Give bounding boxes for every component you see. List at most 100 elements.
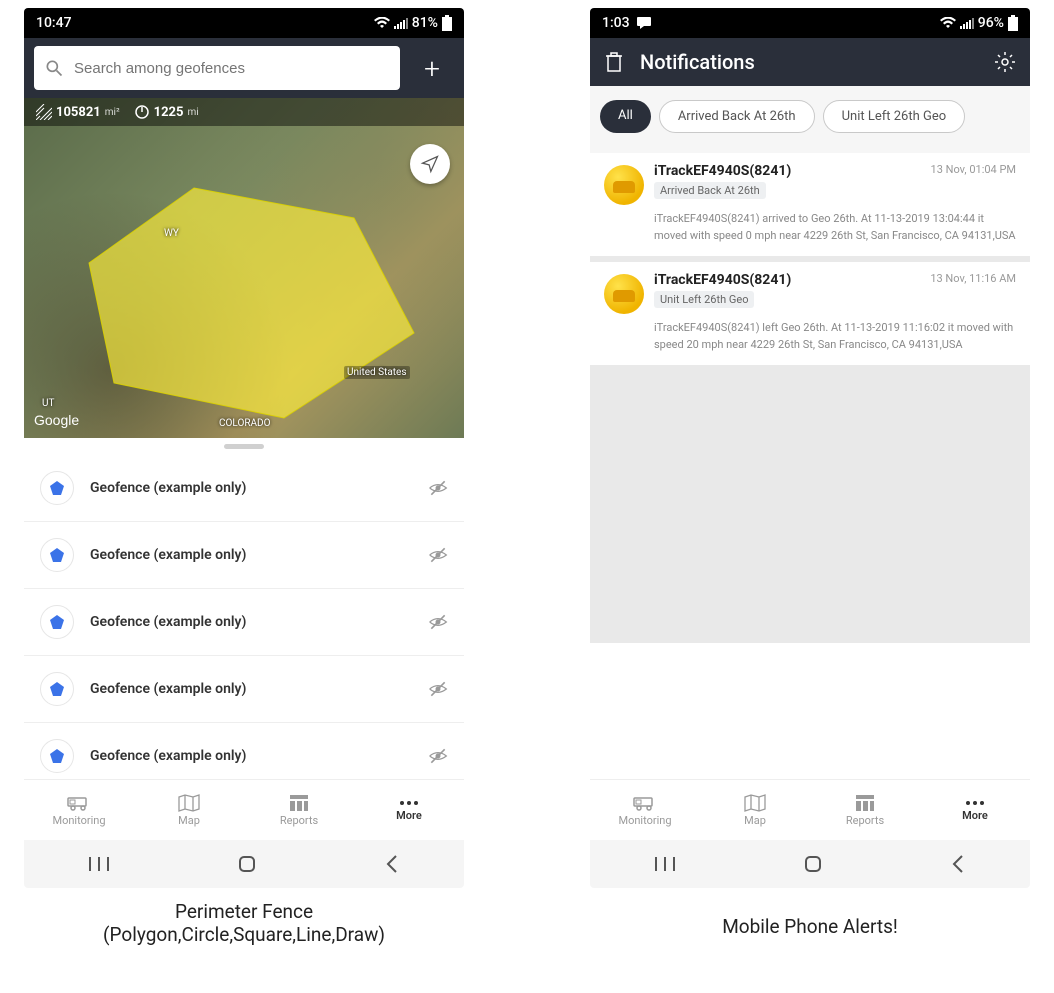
- polygon-icon: [40, 672, 74, 706]
- android-nav: [24, 840, 464, 888]
- eye-off-icon: [428, 612, 448, 632]
- visibility-toggle[interactable]: [428, 478, 448, 498]
- status-battery: 81%: [412, 15, 438, 31]
- tab-map[interactable]: Map: [134, 780, 244, 840]
- visibility-toggle[interactable]: [428, 545, 448, 565]
- add-geofence-button[interactable]: +: [410, 46, 454, 90]
- page-title: Notifications: [640, 50, 978, 74]
- android-recents[interactable]: [654, 855, 676, 873]
- status-time: 1:03: [602, 15, 630, 31]
- geofence-name: Geofence (example only): [90, 681, 412, 697]
- geofence-polygon[interactable]: [24, 98, 464, 438]
- status-battery: 96%: [978, 15, 1004, 31]
- eye-off-icon: [428, 478, 448, 498]
- gear-icon: [994, 51, 1016, 73]
- tab-reports[interactable]: Reports: [244, 780, 354, 840]
- geofence-name: Geofence (example only): [90, 547, 412, 563]
- phone-notifications: 1:03 96% Notifications All Arrived Back …: [590, 8, 1030, 888]
- notification-body: iTrackEF4940S(8241) arrived to Geo 26th.…: [604, 211, 1016, 244]
- polygon-icon: [40, 739, 74, 773]
- geofence-name: Geofence (example only): [90, 614, 412, 630]
- eye-off-icon: [428, 679, 448, 699]
- van-icon: [633, 794, 657, 812]
- polygon-icon: [40, 605, 74, 639]
- notification-title: iTrackEF4940S(8241): [654, 163, 921, 179]
- polygon-icon: [40, 471, 74, 505]
- bottom-nav: Monitoring Map Reports More: [590, 779, 1030, 840]
- vehicle-icon: [604, 165, 644, 205]
- status-bar: 10:47 81%: [24, 8, 464, 38]
- android-nav: [590, 840, 1030, 888]
- notification-card[interactable]: iTrackEF4940S(8241) Arrived Back At 26th…: [590, 153, 1030, 256]
- visibility-toggle[interactable]: [428, 746, 448, 766]
- list-item[interactable]: Geofence (example only): [24, 455, 464, 522]
- chat-icon: [636, 16, 652, 30]
- more-icon: [964, 799, 986, 807]
- search-icon: [44, 58, 64, 78]
- settings-button[interactable]: [994, 51, 1016, 73]
- van-icon: [67, 794, 91, 812]
- list-item[interactable]: Geofence (example only): [24, 656, 464, 723]
- map-attribution: Google: [34, 412, 79, 428]
- visibility-toggle[interactable]: [428, 679, 448, 699]
- area-value: 105821: [56, 105, 101, 120]
- tab-monitoring[interactable]: Monitoring: [590, 780, 700, 840]
- map-label-wy: WY: [164, 228, 179, 239]
- area-unit: mi²: [105, 107, 120, 118]
- notification-tag: Arrived Back At 26th: [654, 182, 766, 199]
- perimeter-value: 1225: [154, 105, 184, 120]
- chip-left[interactable]: Unit Left 26th Geo: [823, 100, 966, 133]
- delete-button[interactable]: [604, 51, 624, 73]
- map-view[interactable]: 105821mi² 1225mi WY UT COLORADO United S…: [24, 98, 464, 438]
- android-home[interactable]: [237, 854, 257, 874]
- chip-arrived[interactable]: Arrived Back At 26th: [659, 100, 815, 133]
- battery-icon: [1008, 15, 1018, 31]
- drag-handle[interactable]: [224, 444, 264, 449]
- geofence-name: Geofence (example only): [90, 748, 412, 764]
- my-location-button[interactable]: [410, 144, 450, 184]
- list-item[interactable]: Geofence (example only): [24, 522, 464, 589]
- status-bar: 1:03 96%: [590, 8, 1030, 38]
- eye-off-icon: [428, 545, 448, 565]
- tab-reports[interactable]: Reports: [810, 780, 920, 840]
- notifications-list[interactable]: iTrackEF4940S(8241) Arrived Back At 26th…: [590, 153, 1030, 643]
- geofence-name: Geofence (example only): [90, 480, 412, 496]
- notification-time: 13 Nov, 11:16 AM: [930, 272, 1016, 285]
- reports-icon: [855, 794, 875, 812]
- android-recents[interactable]: [88, 855, 110, 873]
- more-icon: [398, 799, 420, 807]
- android-back[interactable]: [950, 854, 966, 874]
- tab-monitoring[interactable]: Monitoring: [24, 780, 134, 840]
- tab-more[interactable]: More: [920, 780, 1030, 840]
- geofence-stats: 105821mi² 1225mi: [24, 98, 464, 126]
- caption-right: Mobile Phone Alerts!: [590, 915, 1030, 938]
- list-item[interactable]: Geofence (example only): [24, 589, 464, 656]
- tab-more[interactable]: More: [354, 780, 464, 840]
- status-time: 10:47: [36, 15, 72, 31]
- perimeter-icon: [134, 104, 150, 120]
- map-label-co: COLORADO: [219, 418, 270, 429]
- chip-all[interactable]: All: [600, 100, 651, 133]
- wifi-icon: [374, 17, 390, 29]
- wifi-icon: [940, 17, 956, 29]
- android-back[interactable]: [384, 854, 400, 874]
- reports-icon: [289, 794, 309, 812]
- notification-title: iTrackEF4940S(8241): [654, 272, 920, 288]
- search-input[interactable]: [72, 59, 390, 78]
- notification-card[interactable]: iTrackEF4940S(8241) Unit Left 26th Geo 1…: [590, 262, 1030, 365]
- phone-geofences: 10:47 81% + 105821mi² 1225mi: [24, 8, 464, 888]
- map-label-us: United States: [344, 366, 410, 379]
- caption-left: Perimeter Fence (Polygon,Circle,Square,L…: [24, 900, 464, 946]
- filter-chips: All Arrived Back At 26th Unit Left 26th …: [590, 86, 1030, 147]
- notification-tag: Unit Left 26th Geo: [654, 291, 754, 308]
- map-icon: [178, 794, 200, 812]
- vehicle-icon: [604, 274, 644, 314]
- battery-icon: [442, 15, 452, 31]
- search-box[interactable]: [34, 46, 400, 90]
- map-icon: [744, 794, 766, 812]
- eye-off-icon: [428, 746, 448, 766]
- visibility-toggle[interactable]: [428, 612, 448, 632]
- bottom-nav: Monitoring Map Reports More: [24, 779, 464, 840]
- tab-map[interactable]: Map: [700, 780, 810, 840]
- android-home[interactable]: [803, 854, 823, 874]
